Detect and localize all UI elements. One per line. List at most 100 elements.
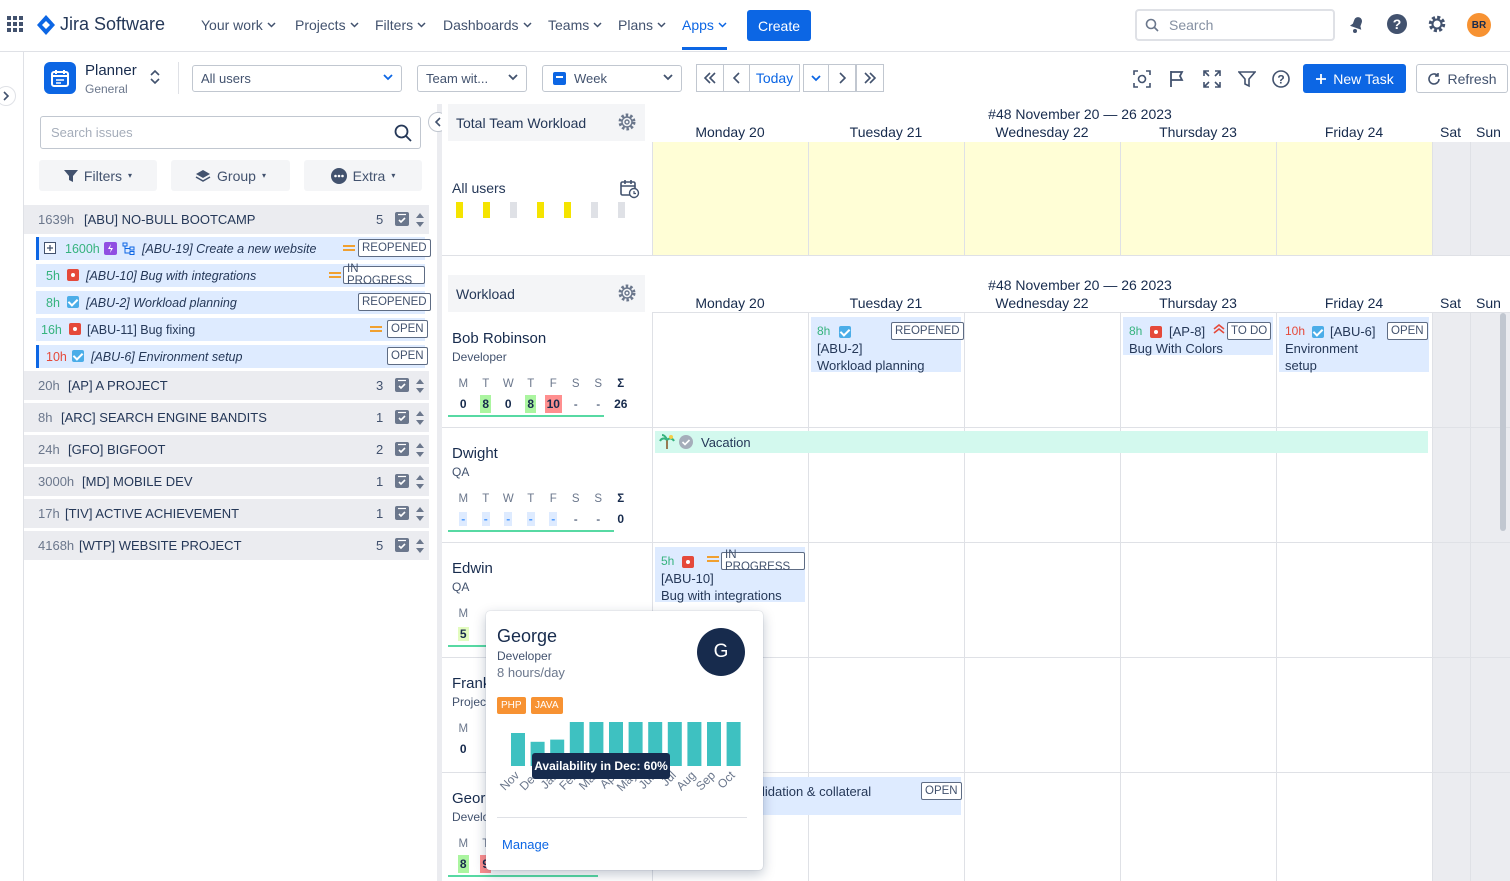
expand-icon[interactable] — [44, 242, 56, 254]
nav-filters[interactable]: Filters — [375, 17, 426, 33]
fullscreen-icon[interactable] — [1203, 70, 1221, 88]
sort-icon[interactable] — [415, 378, 425, 394]
users-select[interactable]: All users — [192, 65, 402, 92]
team-day-cell[interactable] — [808, 142, 964, 255]
nav-your-work[interactable]: Your work — [201, 17, 276, 33]
filters-button[interactable]: Filters ▾ — [39, 160, 157, 191]
checklist-icon[interactable] — [395, 410, 409, 424]
previous-month-button[interactable] — [696, 64, 724, 92]
jira-logo-icon[interactable] — [36, 14, 56, 36]
issue-search-placeholder: Search issues — [51, 125, 133, 140]
team-select[interactable]: Team wit... — [417, 65, 527, 92]
project-row[interactable]: 17h [TIV] ACTIVE ACHIEVEMENT 1 — [24, 499, 429, 528]
nav-label: Teams — [548, 17, 590, 33]
team-day-cell[interactable] — [1276, 142, 1432, 255]
priority-medium-icon — [343, 244, 355, 253]
nav-dashboards[interactable]: Dashboards — [443, 17, 532, 33]
epic-icon — [104, 242, 117, 255]
nav-label: Plans — [618, 17, 654, 33]
sort-icon[interactable] — [415, 506, 425, 522]
next-week-button[interactable] — [828, 64, 856, 92]
user-row-bob[interactable]: Bob Robinson Developer MTWTFSSΣ 0 8 0 8 … — [442, 313, 652, 427]
project-row[interactable]: 4168h [WTP] WEBSITE PROJECT 5 — [24, 531, 429, 560]
vertical-scrollbar[interactable] — [1500, 313, 1506, 531]
issue-search-input[interactable]: Search issues — [40, 116, 421, 149]
refresh-button[interactable]: Refresh — [1416, 64, 1508, 93]
project-issue-count: 1 — [376, 410, 384, 425]
vacation-bar[interactable]: Vacation — [655, 431, 1428, 453]
extra-button[interactable]: Extra ▾ — [304, 160, 422, 191]
project-row[interactable]: 1639h [ABU] NO-BULL BOOTCAMP 5 — [24, 205, 429, 234]
nav-label: Your work — [201, 17, 263, 33]
issue-row[interactable]: 16h [ABU-11] Bug fixing OPEN — [36, 318, 428, 341]
team-day-cell[interactable] — [964, 142, 1120, 255]
focus-icon[interactable] — [1133, 70, 1151, 88]
task-card[interactable]: 8h [AP-8] TO DO Bug With Colors — [1123, 317, 1273, 356]
task-card[interactable]: 5h IN PROGRESS [ABU-10] Bug with integra… — [655, 547, 805, 603]
calendar-clock-icon[interactable] — [620, 179, 640, 199]
availability-bar-sep[interactable] — [707, 722, 721, 766]
sort-icon[interactable] — [415, 442, 425, 458]
flag-icon[interactable] — [1169, 70, 1185, 88]
nav-plans[interactable]: Plans — [618, 17, 666, 33]
settings-gear-icon[interactable] — [1427, 14, 1447, 34]
checklist-icon[interactable] — [395, 506, 409, 520]
task-card[interactable]: 8h REOPENED [ABU-2] Workload planning — [811, 317, 964, 373]
nav-apps[interactable]: Apps — [682, 17, 727, 50]
date-picker-button[interactable] — [803, 64, 829, 92]
brand-name[interactable]: Jira Software — [60, 14, 165, 35]
users-select-value: All users — [201, 71, 251, 86]
nav-teams[interactable]: Teams — [548, 17, 602, 33]
team-day-cell[interactable] — [652, 142, 808, 255]
availability-bar-nov[interactable] — [511, 733, 525, 766]
help-circle-icon[interactable]: ? — [1272, 70, 1290, 88]
global-search-input[interactable]: Search — [1135, 9, 1335, 41]
project-issue-count: 3 — [376, 378, 384, 393]
nav-projects[interactable]: Projects — [295, 17, 359, 33]
previous-week-button[interactable] — [723, 64, 751, 92]
project-row[interactable]: 3000h [MD] MOBILE DEV 1 — [24, 467, 429, 496]
team-day-cell[interactable] — [1120, 142, 1276, 255]
day-header: Friday 24 — [1324, 295, 1384, 311]
notifications-icon[interactable] — [1348, 14, 1366, 34]
help-icon[interactable]: ? — [1387, 14, 1407, 34]
app-switcher-icon[interactable] — [7, 16, 23, 32]
checklist-icon[interactable] — [395, 212, 409, 226]
issue-hours: 8h — [46, 295, 60, 310]
user-row-dwight[interactable]: Dwight QA MTWTFSSΣ - - - - - - - 0 — [442, 428, 652, 542]
issue-row[interactable]: 1600h [ABU-19] Create a new website REOP… — [36, 237, 431, 260]
new-task-button[interactable]: New Task — [1303, 64, 1406, 93]
sort-icon[interactable] — [415, 410, 425, 426]
today-button[interactable]: Today — [749, 64, 800, 92]
card-hours: 8h — [817, 324, 831, 338]
switch-planner-icon[interactable] — [150, 69, 160, 85]
filter-icon[interactable] — [1238, 70, 1256, 88]
manage-link[interactable]: Manage — [502, 837, 549, 852]
sort-icon[interactable] — [415, 474, 425, 490]
settings-gear-icon[interactable] — [617, 112, 637, 132]
project-hours: 3000h — [38, 474, 75, 489]
task-card[interactable]: 10h [ABU-6] OPEN Environment setup — [1279, 317, 1429, 373]
view-select[interactable]: Week — [542, 65, 682, 92]
issue-row[interactable]: 5h [ABU-10] Bug with integrations IN PRO… — [36, 263, 425, 287]
group-button[interactable]: Group ▾ — [171, 160, 290, 191]
settings-gear-icon[interactable] — [617, 283, 637, 303]
sort-icon[interactable] — [415, 538, 425, 554]
availability-bar-oct[interactable] — [726, 722, 741, 766]
issue-row[interactable]: 10h [ABU-6] Environment setup OPEN — [36, 345, 428, 368]
project-row[interactable]: 24h [GFO] BIGFOOT 2 — [24, 435, 429, 464]
sort-icon[interactable] — [415, 212, 425, 228]
issue-row[interactable]: 8h [ABU-2] Workload planning REOPENED — [36, 291, 431, 314]
project-row[interactable]: 20h [AP] A PROJECT 3 — [24, 371, 429, 400]
user-avatar[interactable]: BR — [1467, 13, 1491, 37]
create-button[interactable]: Create — [747, 10, 811, 41]
project-row[interactable]: 8h [ARC] SEARCH ENGINE BANDITS 1 — [24, 403, 429, 432]
issue-hours: 1600h — [65, 241, 100, 256]
chevron-right-icon — [839, 72, 846, 84]
checklist-icon[interactable] — [395, 474, 409, 488]
availability-bar-aug[interactable] — [687, 722, 702, 766]
checklist-icon[interactable] — [395, 442, 409, 456]
checklist-icon[interactable] — [395, 378, 409, 392]
checklist-icon[interactable] — [395, 538, 409, 552]
next-month-button[interactable] — [856, 64, 884, 92]
